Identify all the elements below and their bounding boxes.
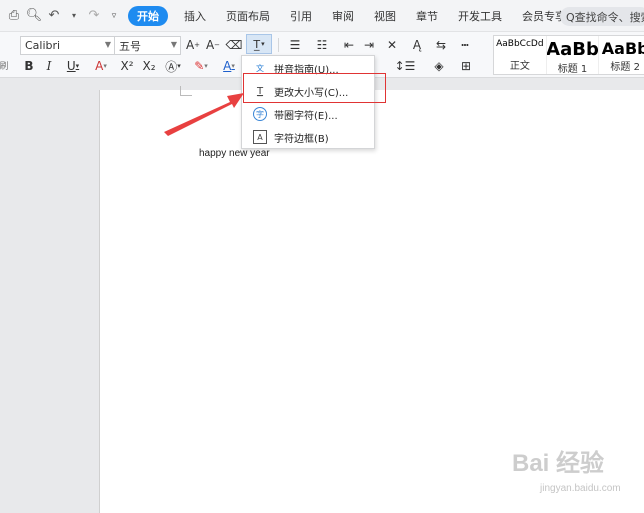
tab-section[interactable]: 章节 — [406, 6, 448, 26]
menu-item-label: 字符边框(B) — [274, 133, 329, 145]
shading-icon[interactable]: ◈ — [428, 56, 450, 76]
tab-review[interactable]: 审阅 — [322, 6, 364, 26]
char-border-icon: A — [253, 130, 267, 144]
show-marks-icon[interactable]: ┅ — [456, 35, 474, 55]
numbering-icon[interactable]: ☷ — [311, 35, 333, 55]
style-heading-1[interactable]: AaBb 标题 1 — [547, 36, 600, 74]
command-search-input[interactable]: Q查找命令、搜索 — [560, 7, 644, 26]
menu-item-enclosed-char[interactable]: 字 带圈字符(E)... — [242, 103, 374, 125]
strikethrough-icon[interactable]: A ▾ — [90, 56, 112, 76]
customize-icon[interactable]: ▿ — [104, 6, 124, 26]
grow-font-icon[interactable]: A + — [185, 35, 201, 55]
menu-bar: ⎙ 🔍︎ ↶ ▾ ↷ ▿ 开始 插入 页面布局 引用 审阅 视图 章节 开发工具… — [0, 0, 644, 32]
divider — [278, 38, 279, 52]
chevron-down-icon: ▼ — [104, 40, 111, 49]
style-name: 标题 1 — [557, 64, 588, 74]
watermark-url: jingyan.baidu.com — [540, 483, 621, 494]
annotation-arrow-icon — [164, 93, 244, 136]
text-direction-icon[interactable]: Ą — [408, 35, 426, 55]
document-text[interactable]: happy new year — [199, 148, 270, 159]
menu-item-char-border[interactable]: A 字符边框(B) — [242, 126, 374, 148]
sort-icon[interactable]: ⇆ — [430, 35, 452, 55]
undo-dropdown-icon[interactable]: ▾ — [64, 6, 84, 26]
style-heading-2[interactable]: AaBb 标题 2 — [599, 36, 644, 74]
print-icon[interactable]: ⎙ — [4, 6, 24, 26]
style-normal[interactable]: AaBbCcDd 正文 — [494, 36, 547, 74]
highlight-color-icon[interactable]: ✎ ▾ — [190, 56, 212, 76]
font-name-select[interactable]: Calibri ▼ — [20, 36, 115, 55]
font-name-value: Calibri — [25, 39, 61, 52]
watermark-logo: Bai 经验 — [512, 450, 605, 477]
shrink-font-icon[interactable]: A − — [205, 35, 221, 55]
undo-icon[interactable]: ↶ — [44, 6, 64, 26]
style-sample: AaBb — [601, 39, 644, 58]
format-painter-label[interactable]: 刷 — [0, 55, 9, 75]
font-size-value: 五号 — [119, 39, 141, 53]
style-gallery: AaBbCcDd 正文 AaBb 标题 1 AaBb 标题 2 — [493, 35, 644, 75]
borders-icon[interactable]: ⊞ — [455, 56, 477, 76]
font-color-icon[interactable]: A ▾ — [218, 56, 240, 76]
line-spacing-icon[interactable]: ↕☰ — [394, 56, 416, 76]
chevron-down-icon: ▼ — [170, 40, 177, 49]
style-name: 标题 2 — [610, 62, 640, 73]
chinese-layout-icon[interactable]: ✕ — [381, 35, 403, 55]
superscript-icon[interactable]: X² — [118, 56, 136, 76]
print-preview-icon[interactable]: 🔍︎ — [24, 6, 44, 26]
style-sample: AaBbCcDd — [496, 39, 544, 49]
underline-icon[interactable]: U ▾ — [62, 56, 84, 76]
tab-page-layout[interactable]: 页面布局 — [216, 6, 280, 26]
text-effects-button[interactable]: T̲ ▾ — [246, 34, 272, 54]
decrease-indent-icon[interactable]: ⇤ — [340, 35, 358, 55]
tab-home[interactable]: 开始 — [128, 5, 168, 26]
clear-format-icon[interactable]: ⌫ — [226, 35, 243, 55]
highlight-box — [243, 73, 386, 103]
menu-item-label: 带圈字符(E)... — [274, 110, 338, 122]
font-size-select[interactable]: 五号 ▼ — [114, 36, 181, 55]
style-sample: AaBb — [546, 39, 599, 60]
increase-indent-icon[interactable]: ⇥ — [360, 35, 378, 55]
tab-references[interactable]: 引用 — [280, 6, 322, 26]
tab-insert[interactable]: 插入 — [174, 6, 216, 26]
redo-icon[interactable]: ↷ — [84, 6, 104, 26]
tab-developer[interactable]: 开发工具 — [448, 6, 512, 26]
tab-view[interactable]: 视图 — [364, 6, 406, 26]
enclosed-char-icon: 字 — [253, 107, 267, 121]
text-effect-icon[interactable]: Ⓐ ▾ — [162, 56, 184, 76]
subscript-icon[interactable]: X₂ — [140, 56, 158, 76]
bold-icon[interactable]: B — [22, 56, 36, 76]
italic-icon[interactable]: I — [42, 56, 56, 76]
bullets-icon[interactable]: ☰ — [284, 35, 306, 55]
style-name: 正文 — [509, 61, 530, 72]
